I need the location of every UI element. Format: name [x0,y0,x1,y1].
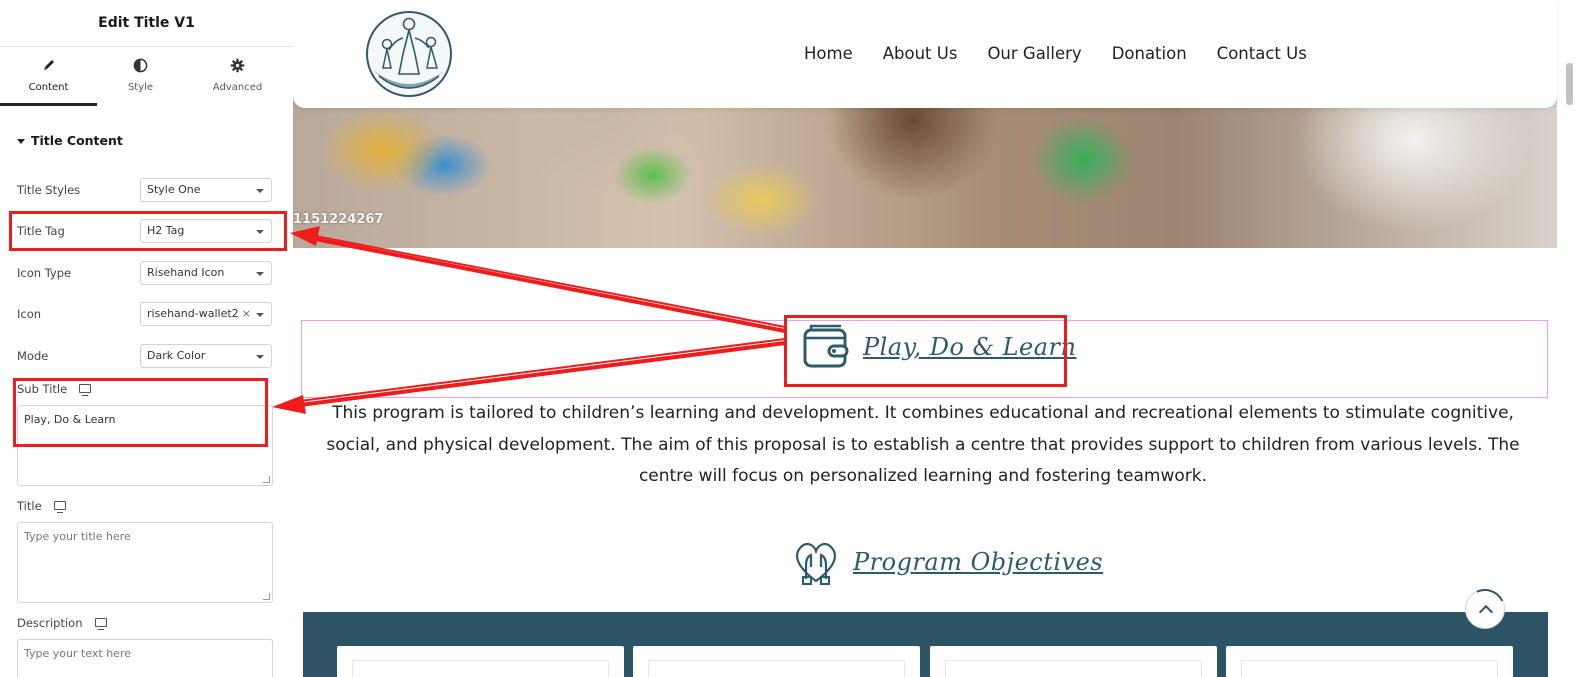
objective-card [633,646,920,677]
title-label: Title [17,499,66,513]
nav-our-gallery[interactable]: Our Gallery [987,44,1081,63]
icon-label: Icon [17,307,42,321]
monitor-icon[interactable] [94,618,107,630]
sub-title-label: Sub Title [17,382,92,396]
chevron-down-icon [256,313,264,317]
description-textarea[interactable]: Type your text here [17,639,273,677]
editor-panel: Edit Title V1 Content Style Advanced Tit… [0,0,294,677]
sub-title-value: Play, Do & Learn [24,413,116,426]
resize-handle[interactable] [263,476,270,483]
tab-content[interactable]: Content [0,47,97,106]
title-tag-label: Title Tag [17,224,65,238]
title-tag-select[interactable]: H2 Tag [140,219,272,243]
subtitle-heading-text[interactable]: Play, Do & Learn [863,333,1076,361]
tab-label: Content [28,82,69,93]
icon-type-label: Icon Type [17,266,72,280]
clear-icon[interactable]: × [242,303,251,325]
heart-hands-icon [796,542,836,585]
chevron-down-icon [256,230,264,234]
description-label-text: Description [17,616,83,630]
objectives-heading-text[interactable]: Program Objectives [853,548,1103,576]
monitor-icon[interactable] [53,501,66,513]
nav-donation[interactable]: Donation [1112,44,1187,63]
contrast-icon [92,58,189,76]
chevron-down-icon [256,272,264,276]
panel-title: Edit Title V1 [0,0,293,47]
mode-select[interactable]: Dark Color [140,344,272,368]
program-description: This program is tailored to children’s l… [326,403,1520,486]
wallet-icon [803,324,849,368]
hero-image-label: 1151224267 [293,212,384,227]
gear-icon [189,58,286,76]
resize-handle[interactable] [263,593,270,600]
icon-select[interactable]: risehand-wallet2 × [140,302,272,326]
title-styles-value: Style One [147,183,201,196]
icon-value: risehand-wallet2 [147,307,239,320]
tab-label: Style [127,82,154,93]
icon-type-select[interactable]: Risehand Icon [140,261,272,285]
scrollbar-thumb[interactable] [1566,63,1573,105]
objective-card [930,646,1217,677]
nav-home[interactable]: Home [804,44,853,63]
title-placeholder: Type your title here [24,530,131,543]
main-nav: Home About Us Our Gallery Donation Conta… [804,44,1337,63]
caret-down-icon [17,139,25,144]
tab-label: Advanced [212,82,263,93]
nav-contact-us[interactable]: Contact Us [1217,44,1307,63]
sub-title-textarea[interactable]: Play, Do & Learn [17,405,273,486]
mode-label: Mode [17,349,49,363]
chevron-down-icon [256,355,264,359]
nav-about-us[interactable]: About Us [883,44,958,63]
sub-title-label-text: Sub Title [17,382,68,396]
objectives-heading[interactable]: Program Objectives [791,537,1103,587]
chevron-down-icon [256,189,264,193]
site-header: Home About Us Our Gallery Donation Conta… [293,0,1557,108]
icon-type-value: Risehand Icon [147,266,225,279]
title-textarea[interactable]: Type your title here [17,522,273,603]
objective-card [337,646,624,677]
tab-style[interactable]: Style [92,47,189,103]
pencil-icon [0,58,97,76]
section-title-content[interactable]: Title Content [17,133,123,148]
title-label-text: Title [17,499,42,513]
site-logo[interactable] [365,10,453,98]
section-title: Title Content [31,133,123,148]
subtitle-heading[interactable]: Play, Do & Learn [801,322,1076,372]
title-styles-select[interactable]: Style One [140,178,272,202]
description-label: Description [17,616,107,630]
description-placeholder: Type your text here [24,647,131,660]
mode-value: Dark Color [147,349,206,362]
objective-card [1226,646,1513,677]
tab-advanced[interactable]: Advanced [189,47,286,103]
scroll-to-top-button[interactable] [1465,589,1505,629]
title-tag-value: H2 Tag [147,224,185,237]
monitor-icon[interactable] [79,384,92,396]
title-styles-label: Title Styles [17,183,81,197]
